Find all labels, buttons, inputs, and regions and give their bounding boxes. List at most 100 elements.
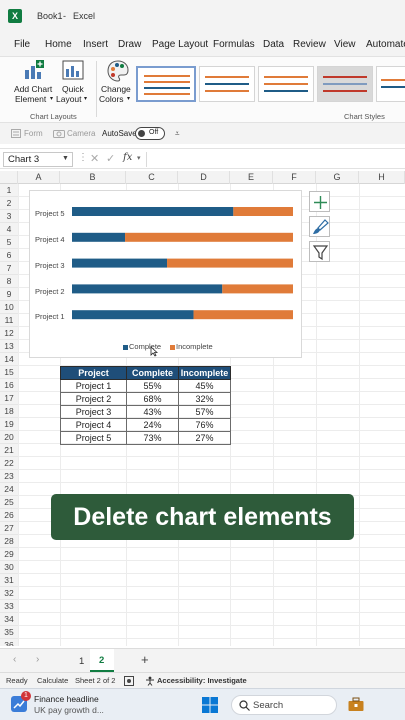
status-accessibility[interactable]: Accessibility: Investigate xyxy=(157,676,247,685)
table-cell[interactable]: Project 5 xyxy=(60,431,127,445)
bar-incomplete-project-3[interactable] xyxy=(167,258,293,268)
bar-incomplete-project-1[interactable] xyxy=(193,310,293,320)
table-cell[interactable]: 43% xyxy=(126,405,179,419)
table-cell[interactable]: 45% xyxy=(178,379,231,393)
tab-home[interactable]: Home xyxy=(45,39,72,50)
chevron-right-icon[interactable]: › xyxy=(36,654,39,665)
bar-incomplete-project-4[interactable] xyxy=(125,232,293,242)
column-header-h[interactable]: H xyxy=(359,171,405,184)
row-header[interactable]: 23 xyxy=(0,470,18,483)
tab-insert[interactable]: Insert xyxy=(83,39,108,50)
row-header[interactable]: 15 xyxy=(0,366,18,379)
row-header[interactable]: 12 xyxy=(0,327,18,340)
sheet-tab-1[interactable]: 1 xyxy=(79,656,84,667)
row-header[interactable]: 30 xyxy=(0,561,18,574)
row-header[interactable]: 21 xyxy=(0,444,18,457)
briefcase-icon[interactable] xyxy=(348,697,364,712)
table-cell[interactable]: Project 4 xyxy=(60,418,127,432)
chevron-down-icon[interactable]: ▾ xyxy=(137,154,141,162)
row-header[interactable]: 5 xyxy=(0,236,18,249)
autosave-toggle[interactable]: Off xyxy=(135,127,165,140)
header-project[interactable]: Project xyxy=(60,366,127,380)
add-sheet-icon[interactable]: + xyxy=(141,652,149,667)
row-header[interactable]: 4 xyxy=(0,223,18,236)
row-header[interactable]: 19 xyxy=(0,418,18,431)
chevron-down-icon[interactable]: ▼ xyxy=(62,155,69,162)
chart-style-thumbnail-1[interactable] xyxy=(136,66,196,102)
add-chart-element-button[interactable]: Add Chart Element ▾ xyxy=(10,57,58,107)
chart-style-thumbnail-5[interactable] xyxy=(376,66,405,102)
windows-start-icon[interactable] xyxy=(202,697,218,713)
chart-object[interactable]: Project 5 Project 4 Project 3 Project 2 … xyxy=(29,190,302,358)
chevron-left-icon[interactable]: ‹ xyxy=(13,654,16,665)
table-cell[interactable]: 57% xyxy=(178,405,231,419)
table-cell[interactable]: Project 2 xyxy=(60,392,127,406)
tab-review[interactable]: Review xyxy=(293,39,326,50)
table-cell[interactable]: 24% xyxy=(126,418,179,432)
stacked-bar-chart[interactable] xyxy=(30,191,303,359)
change-colors-button[interactable]: Change Colors ▾ xyxy=(99,57,135,107)
row-header[interactable]: 27 xyxy=(0,522,18,535)
row-header[interactable]: 7 xyxy=(0,262,18,275)
tab-page-layout[interactable]: Page Layout xyxy=(152,39,208,50)
bar-complete-project-3[interactable] xyxy=(72,258,168,268)
column-header-c[interactable]: C xyxy=(126,171,178,184)
row-header[interactable]: 33 xyxy=(0,600,18,613)
more-icon[interactable]: ⋮ xyxy=(78,152,88,163)
table-cell[interactable]: Project 3 xyxy=(60,405,127,419)
chart-elements-button[interactable] xyxy=(309,191,330,212)
sheet-tab-2-active[interactable]: 2 xyxy=(90,649,114,672)
row-header[interactable]: 36 xyxy=(0,639,18,646)
tab-automate[interactable]: Automate xyxy=(366,39,405,50)
row-header[interactable]: 3 xyxy=(0,210,18,223)
status-calculate[interactable]: Calculate xyxy=(37,676,68,685)
tab-formulas[interactable]: Formulas xyxy=(213,39,255,50)
row-header[interactable]: 26 xyxy=(0,509,18,522)
quick-layout-button[interactable]: Quick Layout ▾ xyxy=(56,57,90,107)
table-cell[interactable]: 55% xyxy=(126,379,179,393)
chart-styles-button[interactable] xyxy=(309,216,330,237)
tab-draw[interactable]: Draw xyxy=(118,39,141,50)
bar-incomplete-project-2[interactable] xyxy=(222,284,293,294)
row-header[interactable]: 1 xyxy=(0,184,18,197)
row-header[interactable]: 11 xyxy=(0,314,18,327)
row-header[interactable]: 17 xyxy=(0,392,18,405)
row-header[interactable]: 6 xyxy=(0,249,18,262)
row-header[interactable]: 28 xyxy=(0,535,18,548)
table-cell[interactable]: Project 1 xyxy=(60,379,127,393)
row-header[interactable]: 9 xyxy=(0,288,18,301)
bar-complete-project-1[interactable] xyxy=(72,310,194,320)
customize-qat-icon[interactable]: ⩡ xyxy=(175,129,180,139)
column-header-f[interactable]: F xyxy=(273,171,316,184)
taskbar-search-box[interactable]: Search xyxy=(231,695,337,715)
table-cell[interactable]: 27% xyxy=(178,431,231,445)
column-header-e[interactable]: E xyxy=(230,171,273,184)
row-header[interactable]: 24 xyxy=(0,483,18,496)
row-header[interactable]: 8 xyxy=(0,275,18,288)
tab-data[interactable]: Data xyxy=(263,39,284,50)
header-complete[interactable]: Complete xyxy=(126,366,179,380)
enter-icon[interactable]: ✓ xyxy=(106,152,115,165)
column-header-b[interactable]: B xyxy=(60,171,126,184)
chart-style-thumbnail-4[interactable] xyxy=(317,66,373,102)
table-cell[interactable]: 32% xyxy=(178,392,231,406)
table-cell[interactable]: 73% xyxy=(126,431,179,445)
chart-style-thumbnail-2[interactable] xyxy=(199,66,255,102)
bar-incomplete-project-5[interactable] xyxy=(233,207,293,216)
macro-record-icon[interactable] xyxy=(124,676,134,686)
row-header[interactable]: 10 xyxy=(0,301,18,314)
tab-file[interactable]: File xyxy=(14,39,30,50)
bar-complete-project-2[interactable] xyxy=(72,284,223,294)
table-cell[interactable]: 76% xyxy=(178,418,231,432)
column-header-g[interactable]: G xyxy=(316,171,359,184)
news-subtitle[interactable]: UK pay growth d... xyxy=(34,705,104,715)
chart-filters-button[interactable] xyxy=(309,241,330,262)
row-header[interactable]: 20 xyxy=(0,431,18,444)
row-header[interactable]: 31 xyxy=(0,574,18,587)
header-incomplete[interactable]: Incomplete xyxy=(178,366,231,380)
form-button[interactable]: Form xyxy=(24,129,43,138)
column-header-d[interactable]: D xyxy=(178,171,230,184)
row-header[interactable]: 2 xyxy=(0,197,18,210)
bar-complete-project-4[interactable] xyxy=(72,232,126,242)
row-header[interactable]: 34 xyxy=(0,613,18,626)
